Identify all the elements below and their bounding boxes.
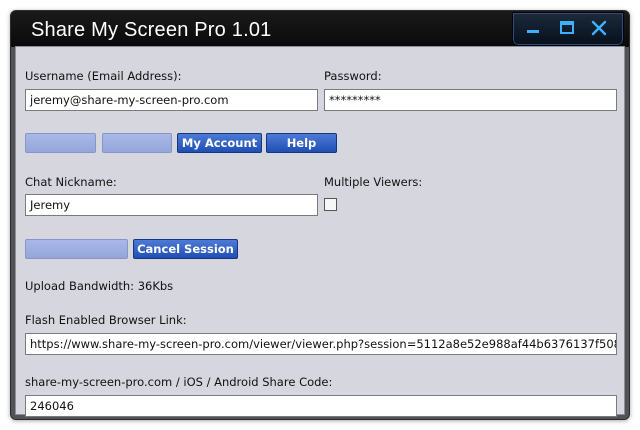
browser-link-label: Flash Enabled Browser Link:	[25, 313, 187, 327]
minimize-button[interactable]	[522, 19, 544, 37]
chat-nickname-label: Chat Nickname:	[25, 175, 117, 189]
password-input[interactable]: *********	[324, 89, 617, 111]
share-code-label: share-my-screen-pro.com / iOS / Android …	[25, 375, 333, 389]
maximize-button[interactable]	[556, 19, 578, 37]
window-controls	[512, 12, 624, 46]
start-session-button[interactable]	[25, 239, 128, 259]
username-label: Username (Email Address):	[25, 69, 182, 83]
maximize-icon	[560, 21, 574, 34]
logout-button[interactable]	[102, 133, 172, 153]
minimize-icon	[527, 30, 539, 33]
password-label: Password:	[324, 69, 382, 83]
app-window: Share My Screen Pro 1.01 Username (Email…	[10, 10, 630, 420]
browser-link-field[interactable]: https://www.share-my-screen-pro.com/view…	[25, 333, 617, 355]
chat-nickname-input[interactable]: Jeremy	[25, 194, 318, 216]
close-icon	[591, 20, 607, 36]
cancel-session-button[interactable]: Cancel Session	[133, 239, 238, 259]
share-code-field[interactable]: 246046	[25, 395, 617, 417]
title-bar[interactable]: Share My Screen Pro 1.01	[11, 11, 629, 47]
help-button[interactable]: Help	[266, 133, 337, 153]
my-account-button[interactable]: My Account	[177, 133, 262, 153]
multiple-viewers-label: Multiple Viewers:	[324, 175, 423, 189]
close-button[interactable]	[588, 19, 610, 37]
username-input[interactable]: jeremy@share-my-screen-pro.com	[25, 89, 318, 111]
main-panel: Username (Email Address): jeremy@share-m…	[15, 46, 625, 417]
login-button[interactable]	[25, 133, 96, 153]
window-title: Share My Screen Pro 1.01	[31, 19, 272, 41]
upload-bandwidth-status: Upload Bandwidth: 36Kbs	[25, 279, 174, 293]
multiple-viewers-checkbox[interactable]	[324, 198, 337, 211]
